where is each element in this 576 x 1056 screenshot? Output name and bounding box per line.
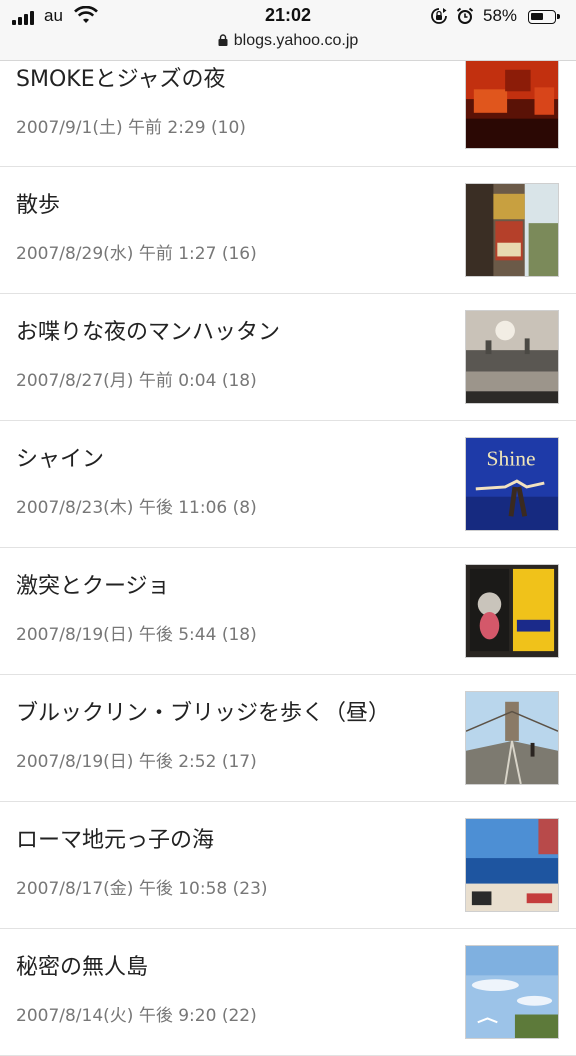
post-title[interactable]: ローマ地元っ子の海: [16, 822, 214, 854]
blog-post-list: SMOKEとジャズの夜 2007/9/1(土) 午前 2:29 (10) 散歩 …: [0, 59, 576, 1056]
post-meta: 2007/8/29(水) 午前 1:27 (16): [16, 244, 257, 264]
battery-percent: 58%: [483, 6, 518, 25]
list-item[interactable]: SMOKEとジャズの夜 2007/9/1(土) 午前 2:29 (10): [0, 59, 576, 167]
post-title[interactable]: ブルックリン・ブリッジを歩く（昼）: [16, 695, 390, 727]
post-title[interactable]: お喋りな夜のマンハッタン: [16, 314, 280, 346]
list-item[interactable]: お喋りな夜のマンハッタン 2007/8/27(月) 午前 0:04 (18): [0, 294, 576, 421]
post-thumbnail[interactable]: [465, 183, 559, 277]
post-meta: 2007/8/19(日) 午後 5:44 (18): [16, 625, 257, 645]
post-thumbnail[interactable]: [465, 59, 559, 149]
rotation-lock-icon: [430, 7, 448, 25]
post-thumbnail[interactable]: [465, 818, 559, 912]
post-title[interactable]: 秘密の無人島: [16, 949, 148, 981]
post-thumbnail[interactable]: [465, 691, 559, 785]
status-bar: au 21:02 58% blogs.yahoo.co.jp: [0, 0, 576, 61]
post-title[interactable]: SMOKEとジャズの夜: [16, 61, 226, 93]
padlock-icon: [218, 33, 228, 46]
list-item[interactable]: ローマ地元っ子の海 2007/8/17(金) 午後 10:58 (23): [0, 802, 576, 929]
address-bar[interactable]: blogs.yahoo.co.jp: [0, 32, 576, 54]
post-meta: 2007/8/14(火) 午後 9:20 (22): [16, 1006, 257, 1026]
battery-icon: [528, 10, 560, 24]
url-text: blogs.yahoo.co.jp: [233, 32, 359, 49]
post-thumbnail[interactable]: Shine: [465, 437, 559, 531]
post-meta: 2007/8/23(木) 午後 11:06 (8): [16, 498, 257, 518]
post-meta: 2007/8/19(日) 午後 2:52 (17): [16, 752, 257, 772]
post-thumbnail[interactable]: [465, 945, 559, 1039]
post-title[interactable]: 散歩: [16, 187, 60, 219]
post-meta: 2007/8/17(金) 午後 10:58 (23): [16, 879, 268, 899]
list-item[interactable]: 散歩 2007/8/29(水) 午前 1:27 (16): [0, 167, 576, 294]
list-item[interactable]: シャイン 2007/8/23(木) 午後 11:06 (8) Shine: [0, 421, 576, 548]
alarm-icon: [456, 7, 474, 25]
list-item[interactable]: 激突とクージョ 2007/8/19(日) 午後 5:44 (18): [0, 548, 576, 675]
post-meta: 2007/9/1(土) 午前 2:29 (10): [16, 118, 246, 138]
thumbnail-caption: Shine: [487, 446, 536, 470]
post-title[interactable]: 激突とクージョ: [16, 568, 170, 600]
post-title[interactable]: シャイン: [16, 441, 104, 473]
post-thumbnail[interactable]: [465, 564, 559, 658]
post-meta: 2007/8/27(月) 午前 0:04 (18): [16, 371, 257, 391]
post-thumbnail[interactable]: [465, 310, 559, 404]
list-item[interactable]: ブルックリン・ブリッジを歩く（昼） 2007/8/19(日) 午後 2:52 (…: [0, 675, 576, 802]
list-item[interactable]: 秘密の無人島 2007/8/14(火) 午後 9:20 (22): [0, 929, 576, 1056]
